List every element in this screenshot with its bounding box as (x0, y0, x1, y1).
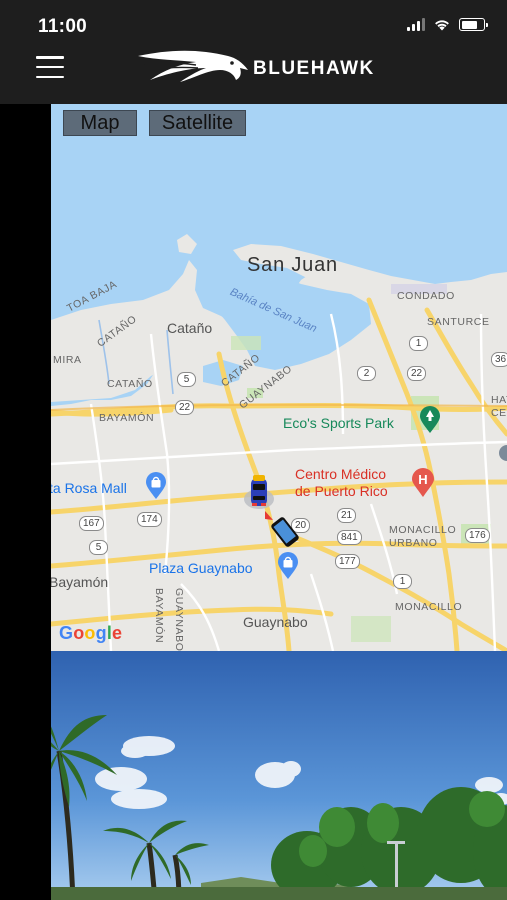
label-mira: MIRA (53, 354, 82, 366)
route-shield: 2 (357, 366, 376, 381)
route-shield: 1 (409, 336, 428, 351)
route-shield: 36 (491, 352, 507, 367)
label-centro-medico[interactable]: Centro Médico de Puerto Rico (295, 466, 388, 500)
shopping-marker-icon[interactable] (145, 472, 167, 500)
brand-name: BLUEHAWK (253, 58, 375, 79)
label-santurce: SANTURCE (427, 316, 490, 328)
label-bayamon-vertical: BAYAMÓN (153, 588, 165, 644)
cellular-signal-icon (407, 18, 425, 31)
label-santa-rosa-mall[interactable]: ta Rosa Mall (51, 480, 127, 496)
svg-text:H: H (418, 472, 427, 487)
wifi-icon (435, 20, 449, 31)
map-marker-icon[interactable] (497, 444, 507, 466)
google-letter: o (73, 623, 85, 643)
phone-location-icon[interactable] (261, 510, 303, 550)
menu-line (36, 65, 64, 69)
route-shield: 177 (335, 554, 360, 569)
route-shield: 174 (137, 512, 162, 527)
label-bayamon-small: BAYAMÓN (99, 412, 155, 424)
map-type-button[interactable]: Map (63, 110, 137, 136)
route-shield: 841 (337, 530, 362, 545)
menu-line (36, 75, 64, 78)
label-condado: CONDADO (397, 290, 455, 302)
route-shield: 21 (337, 508, 357, 523)
label-catano-city: Cataño (167, 320, 213, 336)
google-letter: e (112, 623, 123, 643)
label-cer: CER (491, 407, 507, 419)
menu-line (36, 56, 64, 59)
route-shield: 167 (79, 516, 104, 531)
street-view-photo[interactable] (51, 651, 507, 900)
label-monacillo-urbano: MONACILLO URBANO (389, 524, 457, 549)
google-letter: g (95, 623, 107, 643)
app-screen: 11:00 BLUEHAWK Map Satellite San Juan Ba… (0, 0, 507, 900)
label-san-juan: San Juan (247, 254, 338, 276)
label-monacillo: MONACILLO (395, 601, 463, 613)
hamburger-menu-button[interactable] (36, 56, 64, 78)
route-shield: 5 (89, 540, 108, 555)
label-bayamon-city: Bayamón (51, 574, 109, 590)
label-ecos-sports-park[interactable]: Eco's Sports Park (283, 415, 394, 431)
street-view-image (51, 651, 507, 900)
status-time: 11:00 (38, 16, 88, 37)
shopping-marker-icon[interactable] (277, 552, 299, 580)
label-guaynabo-vertical: GUAYNABO (173, 588, 185, 651)
route-shield: 22 (175, 400, 195, 415)
brand-logo: BLUEHAWK (136, 46, 375, 86)
route-shield: 22 (407, 366, 427, 381)
route-shield: 5 (177, 372, 196, 387)
park-marker-icon[interactable] (419, 406, 441, 434)
label-plaza-guaynabo[interactable]: Plaza Guaynabo (149, 560, 253, 576)
app-header: BLUEHAWK (0, 50, 507, 104)
left-black-strip (0, 104, 51, 900)
label-hato: HATO (491, 394, 507, 406)
google-letter: o (84, 623, 96, 643)
label-catano-small-2: CATAÑO (107, 378, 153, 390)
battery-icon (459, 18, 488, 31)
vehicle-marker-icon[interactable] (243, 472, 275, 512)
google-letter: G (59, 623, 74, 643)
route-shield: 1 (393, 574, 412, 589)
hospital-marker-icon[interactable]: H (411, 468, 435, 498)
route-shield: 176 (465, 528, 490, 543)
google-logo: Google (59, 623, 122, 644)
status-icons (407, 18, 488, 31)
hawk-logo-icon (138, 50, 248, 82)
label-guaynabo-city: Guaynabo (243, 614, 308, 630)
status-bar: 11:00 (0, 0, 507, 50)
satellite-type-button[interactable]: Satellite (149, 110, 246, 136)
map-view[interactable]: Map Satellite San Juan Bahía de San Juan… (51, 104, 507, 651)
